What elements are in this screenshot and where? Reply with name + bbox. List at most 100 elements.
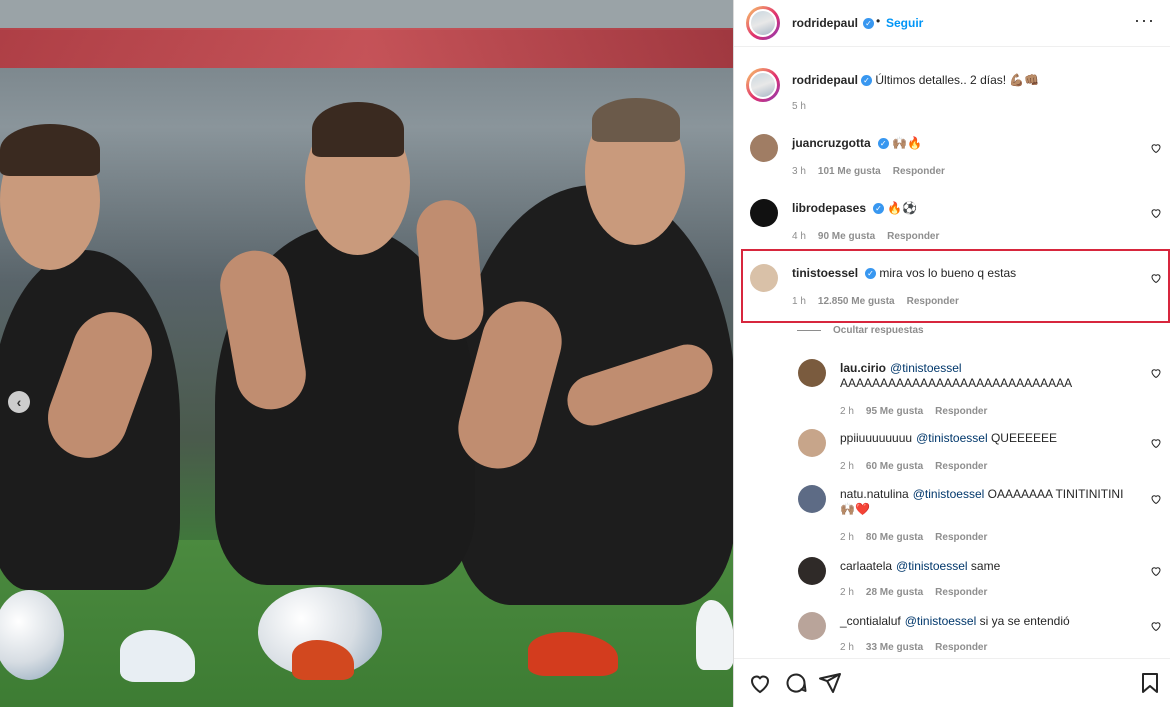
reply-button[interactable]: Responder xyxy=(935,532,987,543)
verified-badge-icon: ✓ xyxy=(873,203,885,215)
reply-body: AAAAAAAAAAAAAAAAAAAAAAAAAAAAA xyxy=(840,376,1073,390)
comment-username[interactable]: juancruzgotta xyxy=(792,136,871,150)
reply-likes[interactable]: 28 Me gusta xyxy=(866,587,923,598)
reply-meta: 2 h 33 Me gusta Responder xyxy=(840,642,999,653)
replier-avatar[interactable] xyxy=(798,485,826,513)
bookmark-icon[interactable] xyxy=(1138,671,1162,695)
verified-badge-icon: ✓ xyxy=(861,75,873,87)
reply-meta: 2 h 28 Me gusta Responder xyxy=(840,587,999,598)
reply-likes[interactable]: 60 Me gusta xyxy=(866,461,923,472)
reply-meta: 2 h 95 Me gusta Responder xyxy=(840,406,999,417)
reply-text: _contialaluf @tinistoessel si ya se enten… xyxy=(840,614,1070,629)
highlight-box xyxy=(741,249,1170,323)
commenter-avatar[interactable] xyxy=(750,264,778,292)
verified-badge-icon: ✓ xyxy=(877,138,889,150)
reply-likes[interactable]: 80 Me gusta xyxy=(866,532,923,543)
like-heart-icon[interactable] xyxy=(1150,207,1162,219)
author-username[interactable]: rodridepaul xyxy=(792,16,858,30)
reply-body-emoji: 🙌🏽❤️ xyxy=(840,502,870,516)
reply-button[interactable]: Responder xyxy=(887,231,939,242)
reply-button[interactable]: Responder xyxy=(935,642,987,653)
hair xyxy=(312,102,404,157)
comment-body: mira vos lo bueno q estas xyxy=(879,266,1017,280)
reply-username[interactable]: natu.natulina xyxy=(840,487,909,501)
reply-mention[interactable]: @tinistoessel xyxy=(890,361,962,375)
author-avatar[interactable] xyxy=(746,6,780,40)
comment-meta: 3 h 101 Me gusta Responder xyxy=(792,166,957,177)
like-heart-icon[interactable] xyxy=(1150,565,1162,577)
like-heart-icon[interactable] xyxy=(1150,142,1162,154)
comment-username[interactable]: librodepases xyxy=(792,201,866,215)
reply-mention[interactable]: @tinistoessel xyxy=(913,487,985,501)
follow-button[interactable]: Seguir xyxy=(886,16,923,30)
commenter-avatar[interactable] xyxy=(750,134,778,162)
like-heart-icon[interactable] xyxy=(1150,437,1162,449)
reply-likes[interactable]: 33 Me gusta xyxy=(866,642,923,653)
stadium-roof xyxy=(0,0,733,30)
reply-button[interactable]: Responder xyxy=(893,166,945,177)
reply-mention[interactable]: @tinistoessel xyxy=(916,431,988,445)
caption-username[interactable]: rodridepaul xyxy=(792,73,858,87)
replier-avatar[interactable] xyxy=(798,429,826,457)
arm xyxy=(414,197,486,343)
replier-avatar[interactable] xyxy=(798,612,826,640)
hide-replies-button[interactable]: Ocultar respuestas xyxy=(797,325,924,336)
reply-body: si ya se entendió xyxy=(979,614,1070,628)
caption-author-avatar[interactable] xyxy=(746,68,780,102)
reply-username[interactable]: _contialaluf xyxy=(840,614,901,628)
separator-dot: • xyxy=(876,14,881,28)
commenter-avatar[interactable] xyxy=(750,199,778,227)
comment-likes[interactable]: 12.850 Me gusta xyxy=(818,296,895,307)
like-heart-icon[interactable] xyxy=(1150,272,1162,284)
comment-body: 🔥⚽️ xyxy=(887,201,918,215)
action-bar xyxy=(734,658,1170,707)
post-header: rodridepaul ✓ • Seguir ··· xyxy=(734,0,1170,47)
verified-badge-icon: ✓ xyxy=(863,18,874,29)
reply-button[interactable]: Responder xyxy=(935,406,987,417)
replier-avatar[interactable] xyxy=(798,359,826,387)
comment-icon[interactable] xyxy=(784,671,808,695)
carousel-prev-button[interactable]: ‹ xyxy=(8,391,30,413)
reply-time: 2 h xyxy=(840,461,854,472)
caption-time: 5 h xyxy=(792,101,806,112)
reply-body: OAAAAAAA TINITINITINI xyxy=(987,487,1124,501)
reply-text: carlaatela @tinistoessel same xyxy=(840,559,1000,574)
comment-likes[interactable]: 101 Me gusta xyxy=(818,166,881,177)
reply-body: same xyxy=(970,559,1001,573)
replier-avatar[interactable] xyxy=(798,557,826,585)
reply-body: QUEEEEEE xyxy=(990,431,1057,445)
reply-username[interactable]: carlaatela xyxy=(840,559,892,573)
post-photo: ‹ xyxy=(0,0,733,707)
like-heart-icon[interactable] xyxy=(1150,367,1162,379)
comment-time: 3 h xyxy=(792,166,806,177)
reply-text: lau.cirio @tinistoessel AAAAAAAAAAAAAAAAA… xyxy=(840,361,1072,391)
comment-text: librodepases ✓ 🔥⚽️ xyxy=(792,201,917,216)
reply-mention[interactable]: @tinistoessel xyxy=(905,614,977,628)
reply-username[interactable]: lau.cirio xyxy=(840,361,886,375)
reply-meta: 2 h 80 Me gusta Responder xyxy=(840,532,999,543)
comment-text: juancruzgotta ✓ 🙌🏽🔥 xyxy=(792,136,922,151)
reply-button[interactable]: Responder xyxy=(907,296,959,307)
stadium-stand xyxy=(0,28,733,68)
comment-username[interactable]: tinistoessel xyxy=(792,266,858,280)
comments-panel: rodridepaul ✓ • Seguir ··· rodridepaul ✓ … xyxy=(733,0,1170,707)
hair xyxy=(0,124,100,176)
comment-text: tinistoessel ✓ mira vos lo bueno q estas xyxy=(792,266,1016,281)
reply-text: natu.natulina @tinistoessel OAAAAAAA TINI… xyxy=(840,487,1123,517)
reply-username[interactable]: ppiiuuuuuuuu xyxy=(840,431,912,445)
like-heart-icon[interactable] xyxy=(1150,493,1162,505)
reply-meta: 2 h 60 Me gusta Responder xyxy=(840,461,999,472)
comment-time: 1 h xyxy=(792,296,806,307)
comment-time: 4 h xyxy=(792,231,806,242)
more-options-icon[interactable]: ··· xyxy=(1134,10,1155,31)
caption-body: Últimos detalles.. 2 días! 💪🏽👊🏽 xyxy=(875,73,1040,87)
reply-button[interactable]: Responder xyxy=(935,461,987,472)
reply-mention[interactable]: @tinistoessel xyxy=(896,559,968,573)
comment-likes[interactable]: 90 Me gusta xyxy=(818,231,875,242)
heart-icon[interactable] xyxy=(748,671,772,695)
reply-button[interactable]: Responder xyxy=(935,587,987,598)
reply-likes[interactable]: 95 Me gusta xyxy=(866,406,923,417)
caption-text: rodridepaul ✓ Últimos detalles.. 2 días! … xyxy=(792,73,1039,87)
like-heart-icon[interactable] xyxy=(1150,620,1162,632)
share-icon[interactable] xyxy=(818,671,842,695)
